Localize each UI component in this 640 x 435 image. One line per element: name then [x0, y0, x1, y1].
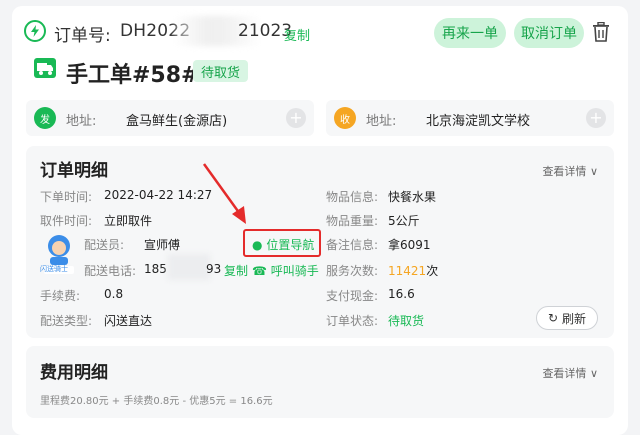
item-weight-label: 物品重量:: [326, 214, 379, 228]
chevron-down-icon: ∨: [589, 165, 598, 178]
service-count-label: 服务次数:: [326, 264, 379, 278]
phone-head: 185: [144, 262, 167, 276]
chevron-down-icon: ∨: [589, 367, 598, 380]
item-info-label: 物品信息:: [326, 190, 379, 204]
fee-breakdown: 里程费20.80元 + 手续费0.8元 - 优惠5元 = 16.6元: [40, 396, 273, 407]
order-status-value: 待取货: [388, 314, 425, 328]
delivery-type-label: 配送类型:: [40, 314, 93, 328]
fee-label: 手续费:: [40, 289, 81, 303]
annotation-highlight-box: [243, 229, 321, 257]
courier-badge: 闪送骑士: [40, 265, 68, 273]
view-details-link[interactable]: 查看详情 ∨: [542, 163, 598, 179]
item-info-value: 快餐水果: [388, 190, 437, 204]
copy-order-number-link[interactable]: 复制: [284, 25, 310, 44]
annotation-arrow-icon: [202, 163, 246, 224]
sender-address-label: 地址:: [66, 114, 97, 129]
refresh-label: 刷新: [562, 311, 587, 326]
cash-value: 16.6: [388, 287, 415, 301]
phone-label: 配送电话:: [84, 264, 137, 278]
courier-label: 配送员:: [84, 238, 125, 252]
order-time-label: 下单时间:: [40, 190, 93, 204]
remark-label: 备注信息:: [326, 238, 379, 252]
phone-tail: 93: [206, 262, 222, 276]
reorder-button[interactable]: 再来一单: [434, 18, 506, 48]
cancel-order-button[interactable]: 取消订单: [514, 18, 584, 48]
delivery-type-value: 闪送直达: [104, 314, 153, 328]
call-rider-button[interactable]: ☎ 呼叫骑手: [252, 262, 319, 279]
phone-icon: ☎: [252, 264, 267, 278]
cash-label: 支付现金:: [326, 289, 379, 303]
page-title: 手工单#58#: [66, 63, 200, 88]
sender-address: 发 地址: 盒马鲜生(金源店) +: [26, 100, 314, 136]
copy-phone-link[interactable]: 复制: [224, 262, 248, 279]
receiver-address-value: 北京海淀凯文学校: [426, 114, 531, 129]
pickup-time-label: 取件时间:: [40, 214, 93, 228]
refresh-icon: ↻: [547, 311, 559, 325]
service-count-number: 11421: [388, 264, 427, 278]
truck-icon: [34, 58, 56, 78]
order-number-label: 订单号:: [54, 26, 111, 46]
lightning-icon: [24, 20, 46, 42]
call-rider-label: 呼叫骑手: [270, 264, 319, 278]
view-details-label: 查看详情: [542, 165, 587, 178]
fee-details-section: 费用明细 查看详情 ∨ 里程费20.80元 + 手续费0.8元 - 优惠5元 =…: [26, 346, 614, 418]
item-weight-value: 5公斤: [388, 214, 420, 228]
plus-icon[interactable]: +: [586, 108, 606, 128]
courier-avatar: 闪送骑士: [40, 234, 74, 274]
order-time-value: 2022-04-22 14:27: [104, 188, 213, 202]
receiver-address-label: 地址:: [366, 114, 397, 129]
sender-badge: 发: [34, 107, 56, 129]
order-details-title: 订单明细: [40, 161, 108, 181]
view-fee-details-link[interactable]: 查看详情 ∨: [542, 365, 598, 381]
status-badge: 待取货: [193, 60, 249, 82]
refresh-button[interactable]: ↻ 刷新: [536, 306, 598, 330]
service-count-unit: 次: [426, 264, 439, 278]
courier-name: 宣师傅: [144, 238, 181, 252]
sender-address-value: 盒马鲜生(金源店): [126, 114, 228, 129]
remark-value: 拿6091: [388, 238, 431, 252]
service-count-value: 11421次: [388, 262, 438, 279]
view-fee-details-label: 查看详情: [542, 367, 587, 380]
receiver-badge: 收: [334, 107, 356, 129]
fee-details-title: 费用明细: [40, 363, 108, 383]
plus-icon[interactable]: +: [286, 108, 306, 128]
order-status-label: 订单状态:: [326, 314, 379, 328]
trash-icon[interactable]: [592, 21, 610, 42]
pickup-time-value: 立即取件: [104, 214, 153, 228]
phone-redaction: [168, 254, 210, 280]
receiver-address: 收 地址: 北京海淀凯文学校 +: [326, 100, 614, 136]
fee-value: 0.8: [104, 287, 124, 301]
